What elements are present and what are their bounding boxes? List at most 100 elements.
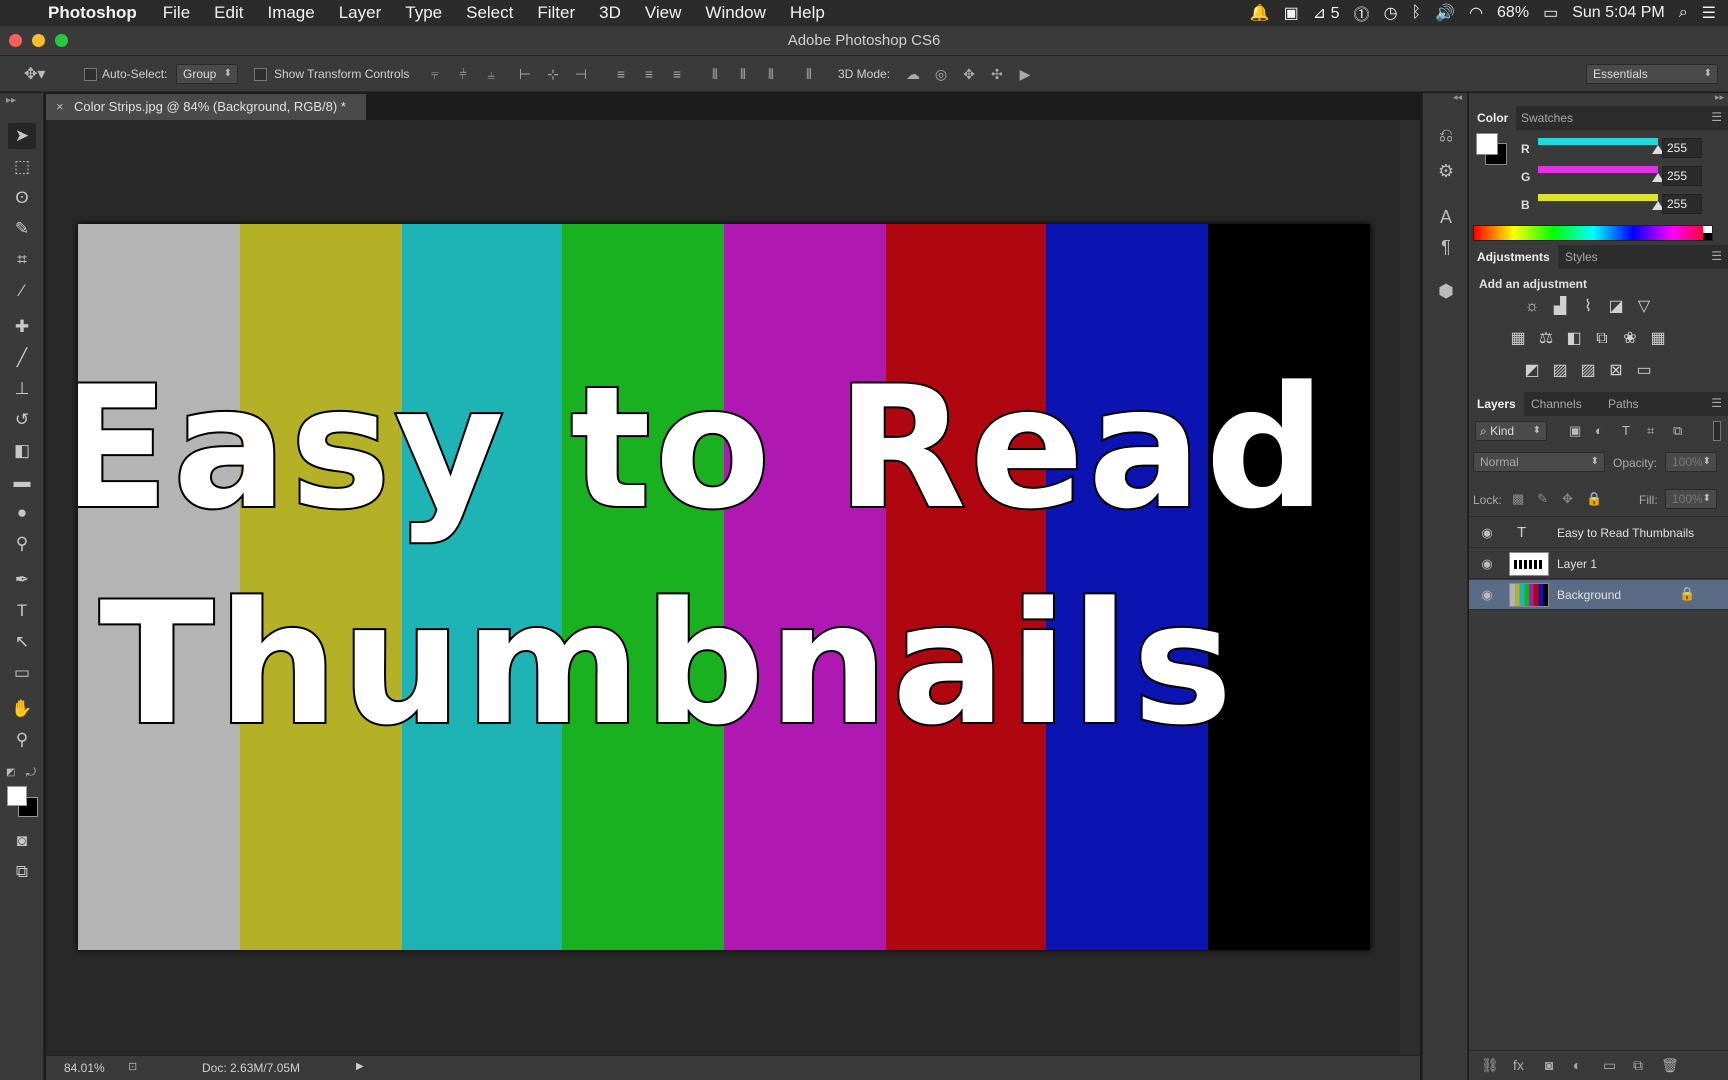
lock-pixels-icon[interactable]: ✎: [1537, 491, 1548, 507]
menu-help[interactable]: Help: [790, 3, 825, 23]
rectangle-tool-icon[interactable]: ▭: [8, 660, 36, 686]
status-info-icon[interactable]: ⊡: [128, 1060, 137, 1073]
align-left-icon[interactable]: ⊢: [516, 65, 534, 83]
layer-row-background[interactable]: ◉ Background 🔒: [1469, 580, 1728, 610]
filter-pixel-icon[interactable]: ▣: [1569, 423, 1581, 439]
channel-mixer-icon[interactable]: ❀: [1619, 328, 1641, 350]
distribute-vcenter-icon[interactable]: ≡: [640, 65, 658, 83]
crop-tool-icon[interactable]: ⌗: [8, 247, 36, 273]
properties-panel-icon[interactable]: ⚙: [1434, 159, 1458, 183]
menu-filter[interactable]: Filter: [537, 3, 575, 23]
channel-r-slider[interactable]: [1538, 138, 1658, 145]
menu-select[interactable]: Select: [466, 3, 513, 23]
healing-brush-tool-icon[interactable]: ✚: [8, 314, 36, 340]
gradient-tool-icon[interactable]: ▬: [8, 469, 36, 495]
battery-percent[interactable]: 68%: [1497, 4, 1529, 22]
zoom-level[interactable]: 84.01%: [64, 1061, 105, 1075]
fill-field[interactable]: 100%: [1665, 489, 1717, 509]
pen-tool-icon[interactable]: ✒: [8, 567, 36, 593]
channel-b-slider[interactable]: [1538, 194, 1658, 201]
tab-channels[interactable]: Channels: [1523, 392, 1590, 416]
blur-tool-icon[interactable]: ●: [8, 500, 36, 526]
clone-stamp-tool-icon[interactable]: ⊥: [8, 376, 36, 402]
photo-filter-icon[interactable]: ⧉: [1591, 328, 1613, 350]
menu-edit[interactable]: Edit: [214, 3, 243, 23]
layer-name[interactable]: Background: [1557, 588, 1621, 602]
minimize-window-button[interactable]: [32, 34, 45, 47]
layer-row-text[interactable]: ◉ T Easy to Read Thumbnails: [1469, 518, 1728, 548]
distribute-right-icon[interactable]: ⦀: [762, 65, 780, 83]
sync-icon[interactable]: ⓵: [1354, 1, 1370, 25]
swap-colors-icon[interactable]: ⤾: [26, 765, 36, 780]
distribute-bottom-icon[interactable]: ≡: [668, 65, 686, 83]
menu-file[interactable]: File: [163, 3, 190, 23]
add-mask-icon[interactable]: ◙: [1545, 1057, 1553, 1073]
distribute-left-icon[interactable]: ⦀: [706, 65, 724, 83]
align-vcenter-icon[interactable]: ⫩: [454, 65, 472, 83]
lock-all-icon[interactable]: 🔒: [1586, 491, 1602, 507]
type-tool-icon[interactable]: T: [8, 598, 36, 624]
color-ramp-black-swatch[interactable]: [1703, 233, 1712, 240]
paragraph-panel-icon[interactable]: ¶: [1434, 235, 1458, 259]
dodge-tool-icon[interactable]: ⚲: [8, 531, 36, 557]
3d-slide-icon[interactable]: ✣: [988, 65, 1006, 83]
distribute-top-icon[interactable]: ≡: [612, 65, 630, 83]
3d-rotate-icon[interactable]: ☁: [904, 65, 922, 83]
layer-filter-kind-dropdown[interactable]: ⌕ Kind: [1475, 421, 1547, 441]
menu-image[interactable]: Image: [267, 3, 314, 23]
3d-roll-icon[interactable]: ◎: [932, 65, 950, 83]
path-selection-tool-icon[interactable]: ↖: [8, 629, 36, 655]
3d-panel-icon[interactable]: ⬢: [1434, 279, 1458, 303]
character-panel-icon[interactable]: A: [1434, 205, 1458, 229]
distribute-hcenter-icon[interactable]: ⦀: [734, 65, 752, 83]
visibility-eye-icon[interactable]: ◉: [1479, 587, 1495, 603]
eyedropper-tool-icon[interactable]: ⁄: [8, 278, 36, 304]
vibrance-icon[interactable]: ▽: [1633, 296, 1655, 318]
foreground-color-swatch[interactable]: [7, 786, 27, 806]
color-ramp[interactable]: [1473, 225, 1713, 241]
close-document-icon[interactable]: ×: [56, 94, 64, 120]
align-top-icon[interactable]: ⫧: [426, 65, 444, 83]
close-window-button[interactable]: [9, 34, 22, 47]
menu-type[interactable]: Type: [405, 3, 442, 23]
auto-select-dropdown[interactable]: Group: [176, 64, 238, 84]
battery-icon[interactable]: ▭: [1543, 3, 1558, 23]
move-tool-icon[interactable]: ➤: [8, 123, 36, 149]
zoom-tool-icon[interactable]: ⚲: [8, 727, 36, 753]
show-transform-checkbox[interactable]: [254, 67, 267, 82]
menu-3d[interactable]: 3D: [599, 3, 621, 23]
align-bottom-icon[interactable]: ⫨: [482, 65, 500, 83]
zoom-window-button[interactable]: [55, 34, 68, 47]
menu-view[interactable]: View: [645, 3, 682, 23]
menu-app-name[interactable]: Photoshop: [48, 3, 137, 23]
filter-smart-object-icon[interactable]: ⧉: [1673, 423, 1682, 439]
color-lookup-icon[interactable]: ▦: [1647, 328, 1669, 350]
wifi-icon[interactable]: ◠: [1469, 3, 1483, 23]
hue-saturation-icon[interactable]: ▦: [1507, 328, 1529, 350]
color-panel-fg-swatch[interactable]: [1476, 133, 1498, 155]
marquee-tool-icon[interactable]: ⬚: [8, 154, 36, 180]
history-brush-tool-icon[interactable]: ↺: [8, 407, 36, 433]
channel-g-slider[interactable]: [1538, 166, 1658, 173]
workspace-dropdown[interactable]: Essentials: [1586, 64, 1718, 84]
menu-window[interactable]: Window: [705, 3, 765, 23]
opacity-field[interactable]: 100%: [1665, 452, 1717, 472]
canvas-image[interactable]: Easy to Read Thumbnails: [78, 224, 1370, 950]
tab-adjustments[interactable]: Adjustments: [1469, 245, 1558, 269]
tab-paths[interactable]: Paths: [1600, 392, 1647, 416]
collapse-toolbox-icon[interactable]: ▸▸: [6, 95, 16, 106]
filter-shape-icon[interactable]: ⌗: [1647, 423, 1654, 439]
default-colors-icon[interactable]: ◩: [6, 767, 15, 778]
visibility-eye-icon[interactable]: ◉: [1479, 525, 1495, 541]
vertical-scrollbar[interactable]: [1400, 120, 1420, 1055]
new-layer-icon[interactable]: ⧉: [1633, 1057, 1643, 1074]
quick-selection-tool-icon[interactable]: ✎: [8, 216, 36, 242]
layer-style-fx-icon[interactable]: fx: [1513, 1057, 1524, 1073]
selective-color-icon[interactable]: ⊠: [1605, 360, 1627, 382]
lock-transparency-icon[interactable]: ▩: [1512, 491, 1524, 507]
visibility-eye-icon[interactable]: ◉: [1479, 556, 1495, 572]
color-panel-menu-icon[interactable]: ☰: [1711, 110, 1722, 124]
new-group-icon[interactable]: ▭: [1603, 1057, 1616, 1074]
exposure-icon[interactable]: ◪: [1605, 296, 1627, 318]
menu-layer[interactable]: Layer: [339, 3, 382, 23]
